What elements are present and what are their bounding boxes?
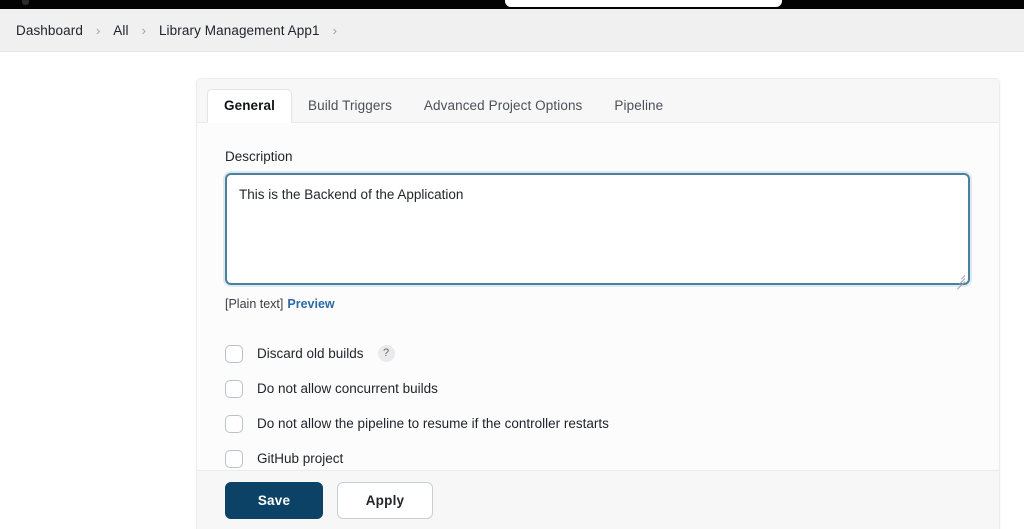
apply-button[interactable]: Apply xyxy=(337,481,433,519)
label-no-concurrent-builds[interactable]: Do not allow concurrent builds xyxy=(257,381,438,396)
configuration-tab-bar: General Build Triggers Advanced Project … xyxy=(197,79,999,123)
description-label: Description xyxy=(225,149,293,164)
option-row-no-concurrent-builds[interactable]: Do not allow concurrent builds xyxy=(225,371,971,406)
breadcrumb: Dashboard › All › Library Management App… xyxy=(0,9,1024,52)
description-input[interactable] xyxy=(225,173,970,285)
form-action-bar: Save Apply xyxy=(197,470,999,529)
page-body: General Build Triggers Advanced Project … xyxy=(0,52,1024,529)
tab-general[interactable]: General xyxy=(207,89,292,123)
breadcrumb-separator-icon: › xyxy=(141,22,146,38)
general-tab-panel: Description [Plain text]Preview Discard … xyxy=(197,123,999,471)
save-button[interactable]: Save xyxy=(225,481,323,519)
checkbox-no-pipeline-resume[interactable] xyxy=(225,414,243,433)
breadcrumb-separator-icon: › xyxy=(95,22,101,38)
breadcrumb-item-library-management-app1[interactable]: Library Management App1 xyxy=(159,23,320,38)
checkbox-github-project[interactable] xyxy=(225,449,243,468)
chrome-address-bar[interactable] xyxy=(505,0,782,7)
preview-link[interactable]: Preview xyxy=(287,297,334,311)
breadcrumb-dropdown-chevron-icon[interactable]: › xyxy=(333,23,337,38)
label-github-project[interactable]: GitHub project xyxy=(257,451,343,466)
breadcrumb-item-all[interactable]: All xyxy=(113,23,128,38)
tab-pipeline[interactable]: Pipeline xyxy=(598,89,679,122)
breadcrumb-item-dashboard[interactable]: Dashboard xyxy=(16,23,83,38)
tab-build-triggers[interactable]: Build Triggers xyxy=(292,89,408,122)
project-configuration-panel: General Build Triggers Advanced Project … xyxy=(196,78,1000,529)
chrome-tab-indicator xyxy=(22,0,29,5)
option-row-no-pipeline-resume[interactable]: Do not allow the pipeline to resume if t… xyxy=(225,406,971,441)
tab-advanced-project-options[interactable]: Advanced Project Options xyxy=(408,89,599,122)
option-row-discard-old-builds[interactable]: Discard old builds ? xyxy=(225,336,971,371)
checkbox-no-concurrent-builds[interactable] xyxy=(225,379,243,398)
checkbox-discard-old-builds[interactable] xyxy=(225,344,243,363)
description-field-wrapper xyxy=(225,173,970,290)
label-discard-old-builds[interactable]: Discard old builds xyxy=(257,346,364,361)
help-icon-discard-old-builds[interactable]: ? xyxy=(377,345,395,362)
label-no-pipeline-resume[interactable]: Do not allow the pipeline to resume if t… xyxy=(257,416,609,431)
project-options-checkbox-list: Discard old builds ? Do not allow concur… xyxy=(225,336,971,476)
plain-text-note: [Plain text] xyxy=(225,297,284,311)
browser-chrome-strip xyxy=(0,0,1024,9)
description-format-row: [Plain text] Preview xyxy=(225,297,971,311)
